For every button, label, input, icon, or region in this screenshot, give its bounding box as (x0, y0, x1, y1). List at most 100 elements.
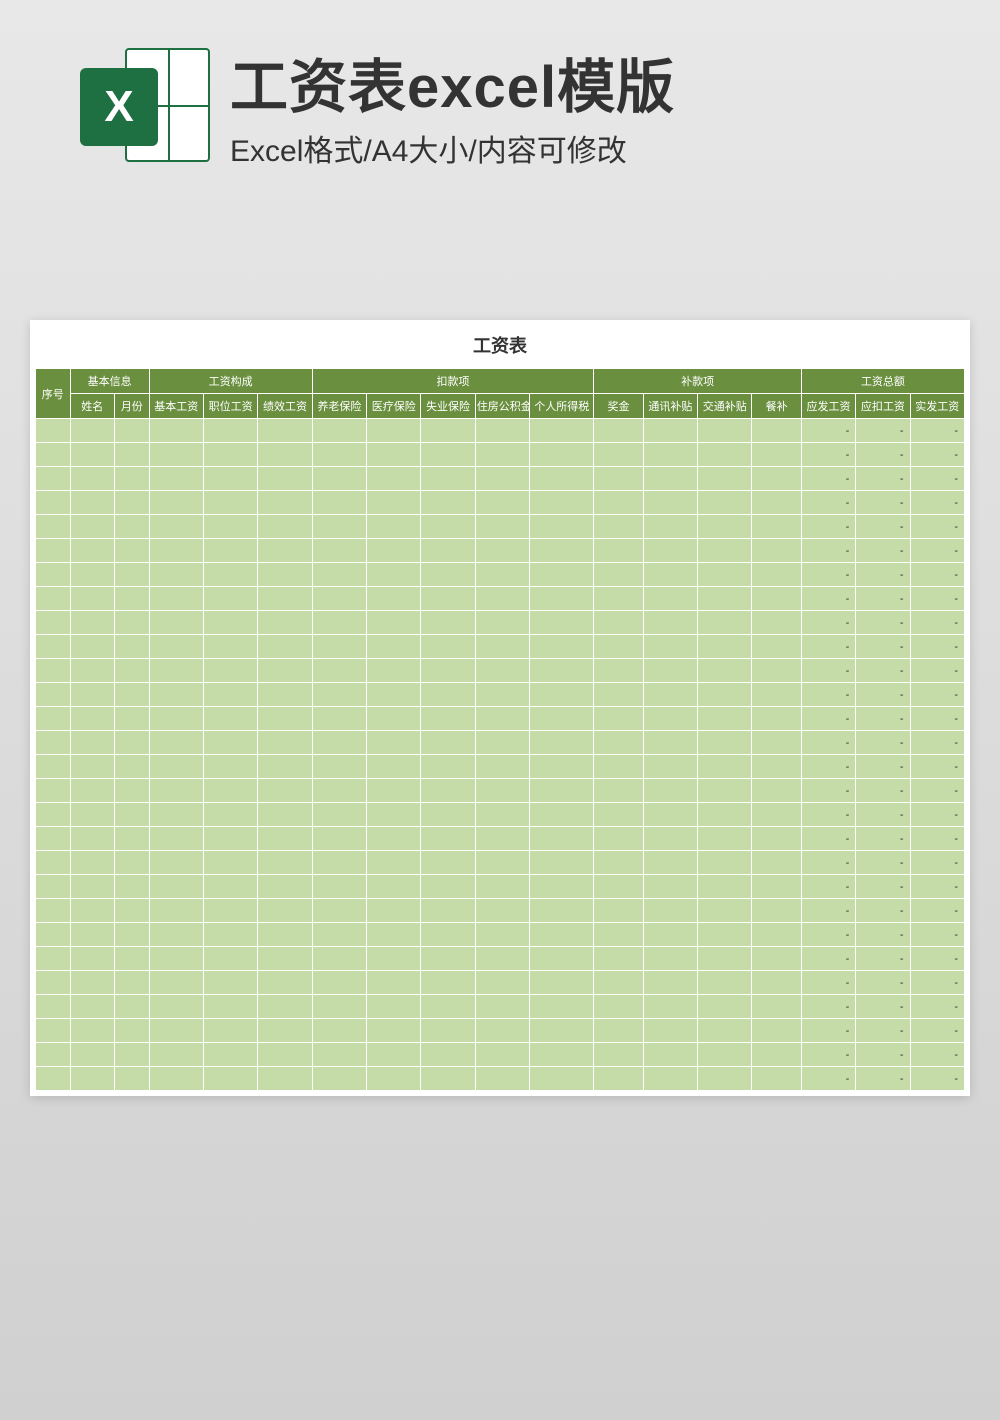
table-cell[interactable] (149, 947, 203, 971)
table-cell[interactable] (203, 947, 257, 971)
table-cell[interactable] (258, 947, 312, 971)
table-cell[interactable] (367, 803, 421, 827)
table-cell[interactable]: - (910, 1067, 964, 1091)
table-cell[interactable] (149, 971, 203, 995)
table-cell[interactable] (149, 635, 203, 659)
table-cell[interactable] (698, 491, 752, 515)
table-cell[interactable] (149, 899, 203, 923)
table-cell[interactable] (70, 611, 114, 635)
table-cell[interactable] (367, 563, 421, 587)
table-cell[interactable] (594, 875, 643, 899)
table-cell[interactable] (421, 1019, 475, 1043)
table-cell[interactable] (115, 995, 150, 1019)
table-cell[interactable] (203, 635, 257, 659)
table-cell[interactable] (367, 707, 421, 731)
table-cell[interactable] (594, 731, 643, 755)
table-cell[interactable] (367, 827, 421, 851)
table-cell[interactable] (258, 515, 312, 539)
table-cell[interactable] (698, 995, 752, 1019)
table-cell[interactable] (36, 635, 71, 659)
table-cell[interactable] (475, 443, 529, 467)
table-cell[interactable]: - (856, 563, 910, 587)
table-cell[interactable] (70, 803, 114, 827)
table-cell[interactable] (115, 851, 150, 875)
table-cell[interactable] (698, 755, 752, 779)
table-cell[interactable] (643, 1067, 697, 1091)
table-cell[interactable] (594, 923, 643, 947)
table-cell[interactable] (367, 635, 421, 659)
table-cell[interactable] (258, 731, 312, 755)
table-cell[interactable] (258, 923, 312, 947)
table-cell[interactable]: - (910, 827, 964, 851)
table-cell[interactable] (70, 995, 114, 1019)
table-cell[interactable] (530, 419, 594, 443)
table-cell[interactable] (115, 443, 150, 467)
table-cell[interactable] (258, 875, 312, 899)
table-cell[interactable] (698, 443, 752, 467)
table-cell[interactable] (70, 779, 114, 803)
table-cell[interactable] (594, 707, 643, 731)
table-cell[interactable] (643, 995, 697, 1019)
table-cell[interactable] (698, 947, 752, 971)
table-cell[interactable] (752, 923, 801, 947)
table-cell[interactable] (258, 467, 312, 491)
table-cell[interactable] (115, 731, 150, 755)
table-cell[interactable]: - (801, 467, 855, 491)
table-cell[interactable]: - (801, 851, 855, 875)
table-cell[interactable] (70, 947, 114, 971)
table-cell[interactable] (594, 755, 643, 779)
table-cell[interactable] (698, 899, 752, 923)
table-cell[interactable] (258, 611, 312, 635)
table-cell[interactable] (752, 419, 801, 443)
table-cell[interactable] (36, 755, 71, 779)
table-cell[interactable] (643, 587, 697, 611)
table-cell[interactable] (475, 1043, 529, 1067)
table-cell[interactable] (36, 515, 71, 539)
table-cell[interactable] (258, 659, 312, 683)
table-cell[interactable] (312, 515, 366, 539)
table-cell[interactable]: - (801, 947, 855, 971)
table-cell[interactable] (312, 611, 366, 635)
table-cell[interactable] (258, 683, 312, 707)
table-cell[interactable] (530, 683, 594, 707)
table-cell[interactable] (312, 683, 366, 707)
table-cell[interactable]: - (801, 1067, 855, 1091)
table-cell[interactable]: - (856, 1067, 910, 1091)
table-cell[interactable] (367, 899, 421, 923)
table-cell[interactable]: - (856, 443, 910, 467)
table-cell[interactable]: - (856, 827, 910, 851)
table-cell[interactable] (530, 755, 594, 779)
table-cell[interactable] (36, 779, 71, 803)
table-cell[interactable] (698, 731, 752, 755)
table-cell[interactable] (312, 707, 366, 731)
table-cell[interactable]: - (910, 971, 964, 995)
table-cell[interactable] (258, 587, 312, 611)
table-cell[interactable] (36, 491, 71, 515)
table-cell[interactable] (421, 899, 475, 923)
table-cell[interactable] (752, 1019, 801, 1043)
table-cell[interactable]: - (801, 1019, 855, 1043)
table-cell[interactable]: - (856, 731, 910, 755)
table-cell[interactable] (70, 707, 114, 731)
table-cell[interactable] (149, 995, 203, 1019)
table-cell[interactable] (530, 947, 594, 971)
table-cell[interactable]: - (801, 539, 855, 563)
table-cell[interactable] (149, 779, 203, 803)
table-cell[interactable] (421, 587, 475, 611)
table-cell[interactable] (643, 515, 697, 539)
table-cell[interactable] (115, 587, 150, 611)
table-cell[interactable]: - (910, 587, 964, 611)
table-cell[interactable] (475, 923, 529, 947)
table-cell[interactable] (643, 971, 697, 995)
table-cell[interactable] (203, 587, 257, 611)
table-cell[interactable] (70, 419, 114, 443)
table-cell[interactable] (594, 1043, 643, 1067)
table-cell[interactable] (421, 947, 475, 971)
table-cell[interactable] (475, 659, 529, 683)
table-cell[interactable] (594, 803, 643, 827)
table-cell[interactable] (698, 803, 752, 827)
table-cell[interactable] (36, 539, 71, 563)
table-cell[interactable]: - (801, 1043, 855, 1067)
table-cell[interactable] (643, 731, 697, 755)
table-cell[interactable] (312, 731, 366, 755)
